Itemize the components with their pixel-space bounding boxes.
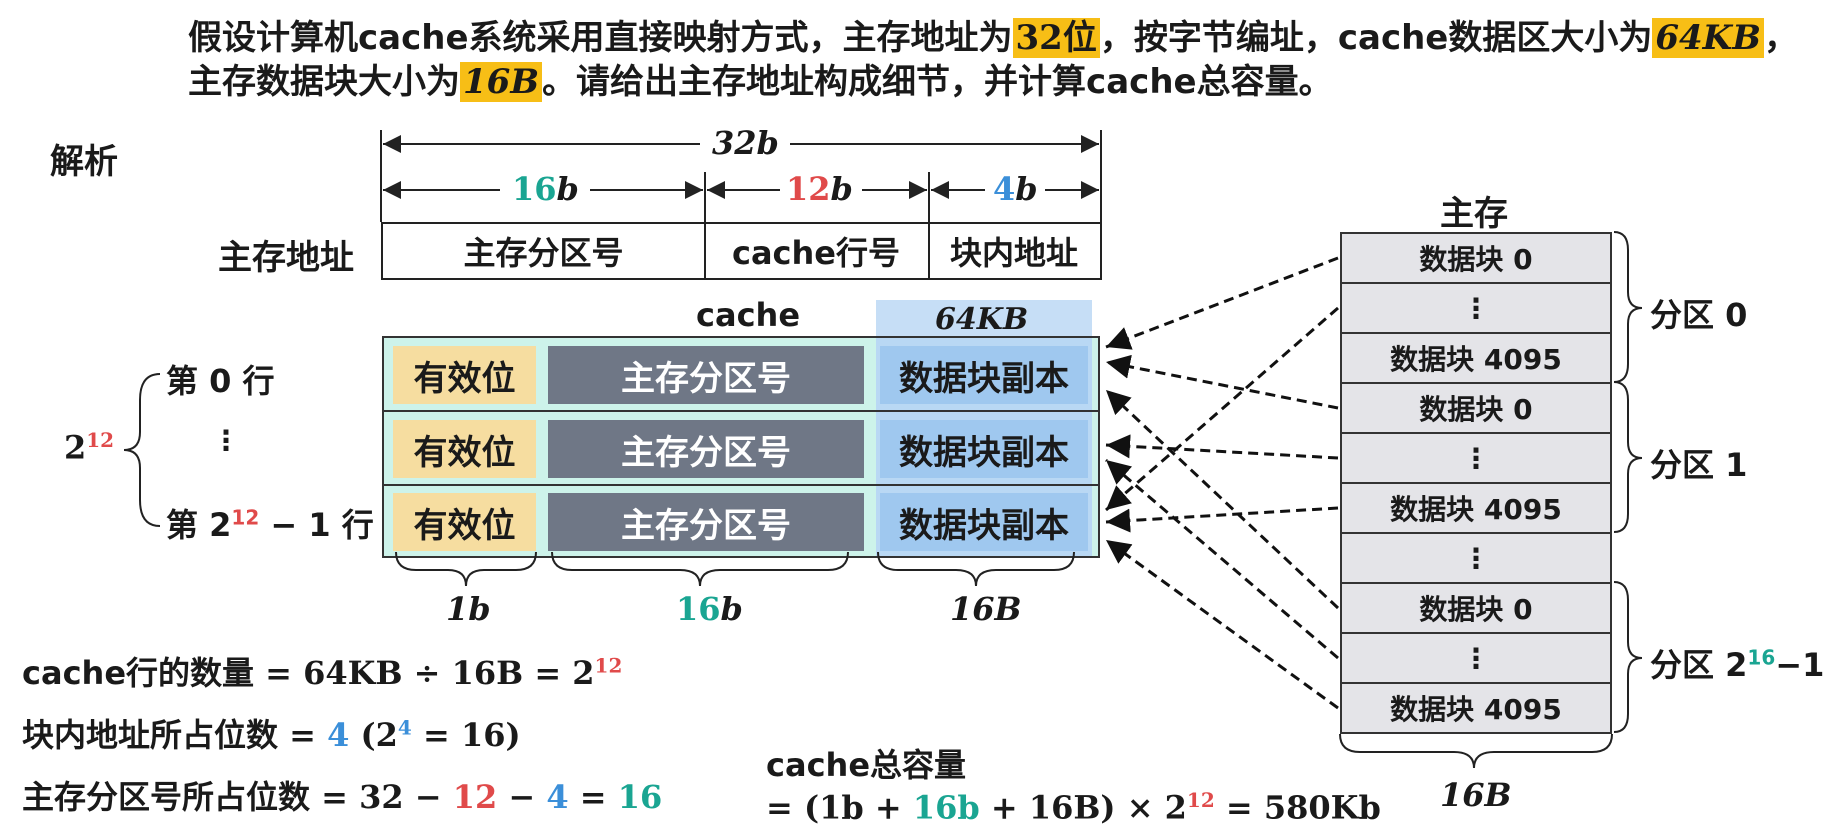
formula-offset-bits: 块内地址所占位数 = 4 (24 = 16) xyxy=(22,715,521,754)
formula-total-label: cache总容量 xyxy=(766,746,967,784)
formula-line-count: cache行的数量 = 64KB ÷ 16B = 212 xyxy=(22,653,623,692)
formula-total-capacity: = (1b + 16b + 16B) × 212 = 580Kb xyxy=(766,788,1381,827)
mapping-arrows xyxy=(1104,256,1340,710)
formula-partition-bits: 主存分区号所占位数 = 32 − 12 − 4 = 16 xyxy=(22,778,663,816)
